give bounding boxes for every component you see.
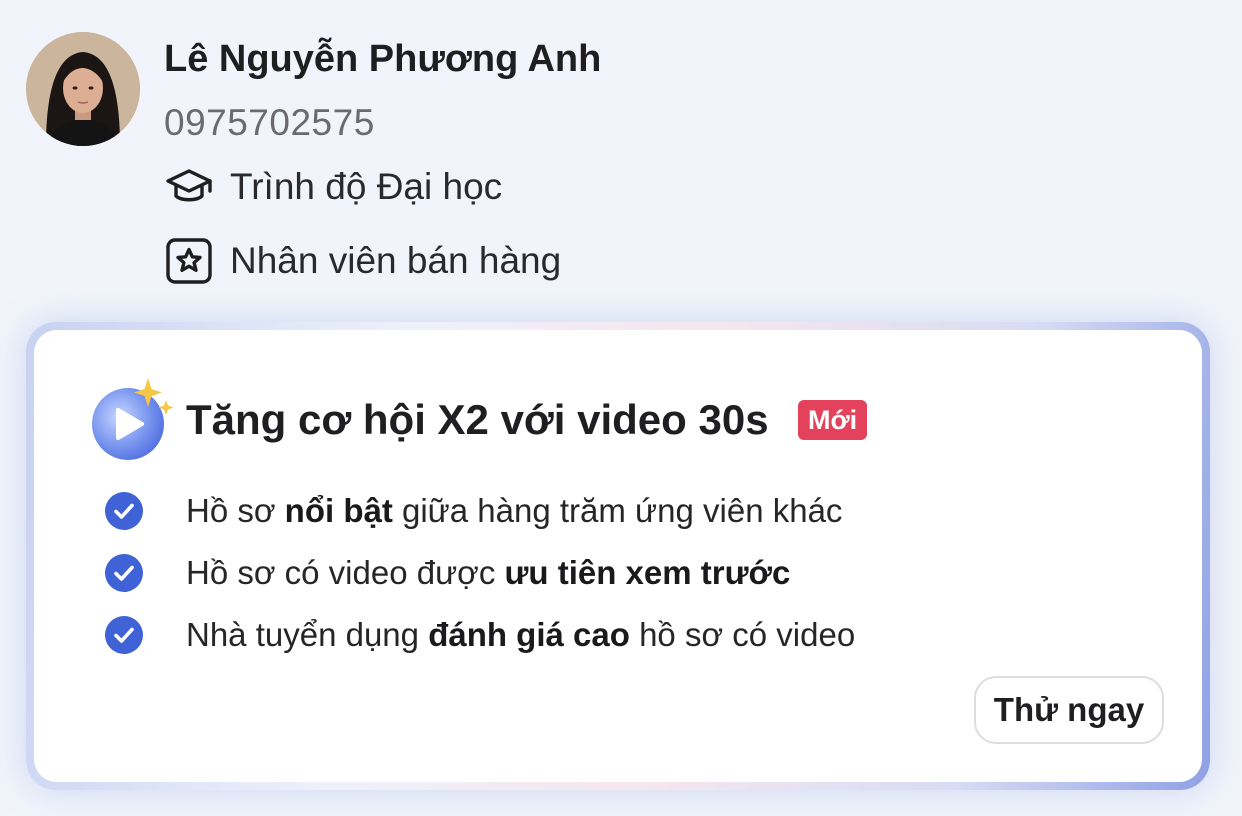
benefit-text: Hồ sơ <box>186 492 285 529</box>
try-now-button[interactable]: Thử ngay <box>974 676 1164 744</box>
new-badge: Mới <box>798 400 868 440</box>
benefit-list: Hồ sơ nổi bật giữa hàng trăm ứng viên kh… <box>104 480 855 666</box>
benefit-highlight: ưu tiên xem trước <box>504 554 791 591</box>
check-circle-icon <box>105 554 143 592</box>
benefit-text: Hồ sơ có video được <box>186 554 505 591</box>
benefit-highlight: nổi bật <box>284 492 393 529</box>
video-play-sparkle-icon <box>88 374 178 464</box>
benefit-text: giữa hàng trăm ứng viên khác <box>392 492 843 529</box>
candidate-name: Lê Nguyễn Phương Anh <box>164 38 602 80</box>
benefit-item: Nhà tuyển dụng đánh giá cao hồ sơ có vid… <box>104 604 855 666</box>
profile-section: Lê Nguyễn Phương Anh 0975702575 Trình độ… <box>26 32 1126 292</box>
avatar <box>26 32 140 146</box>
job-row: Nhân viên bán hàng <box>164 236 561 286</box>
video-promo-card: Tăng cơ hội X2 với video 30s Mới Hồ sơ n… <box>26 322 1210 790</box>
benefit-item: Hồ sơ có video được ưu tiên xem trước <box>104 542 855 604</box>
job-title-text: Nhân viên bán hàng <box>230 240 562 281</box>
check-circle-icon <box>105 616 143 654</box>
candidate-phone: 0975702575 <box>164 102 375 143</box>
education-text: Trình độ Đại học <box>230 166 503 207</box>
star-badge-icon <box>164 236 214 286</box>
promo-title: Tăng cơ hội X2 với video 30s <box>186 396 769 443</box>
video-promo-card-body: Tăng cơ hội X2 với video 30s Mới Hồ sơ n… <box>34 330 1202 782</box>
benefit-item: Hồ sơ nổi bật giữa hàng trăm ứng viên kh… <box>104 480 855 542</box>
graduation-cap-icon <box>164 162 214 212</box>
benefit-text: hồ sơ có video <box>629 616 856 653</box>
education-row: Trình độ Đại học <box>164 162 502 212</box>
benefit-text: Nhà tuyển dụng <box>186 616 429 653</box>
benefit-highlight: đánh giá cao <box>428 616 630 653</box>
check-circle-icon <box>105 492 143 530</box>
